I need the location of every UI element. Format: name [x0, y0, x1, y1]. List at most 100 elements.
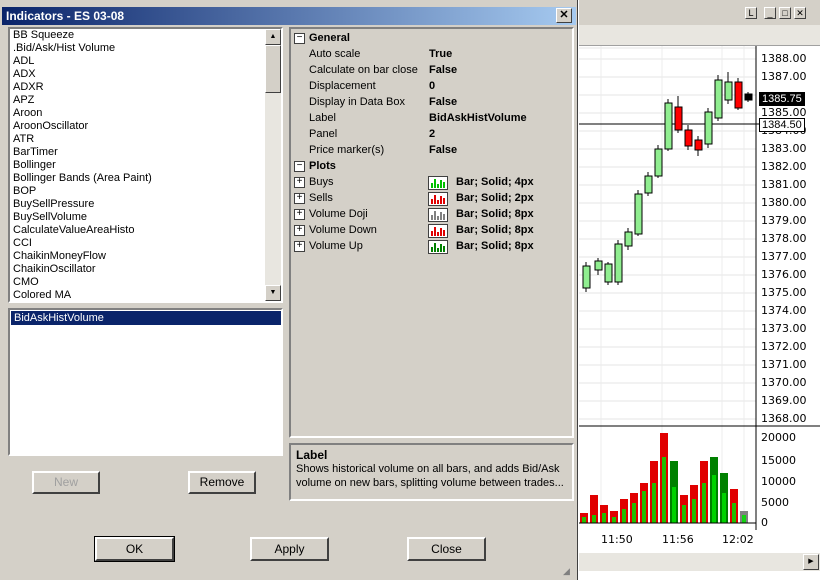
plot-value[interactable]: Bar; Solid; 2px [456, 190, 534, 206]
indicator-list-item[interactable]: Colored MA [10, 289, 281, 301]
property-row[interactable]: Price marker(s) False [291, 142, 571, 158]
close-icon[interactable]: ✕ [556, 8, 572, 23]
plot-row[interactable]: + Sells Bar; Solid; 2px [291, 190, 571, 206]
scroll-right-icon[interactable]: ▶ [803, 554, 819, 570]
indicator-list-item[interactable]: ChaikinMoneyFlow [10, 250, 281, 263]
indicator-list-item[interactable]: BOP [10, 185, 281, 198]
property-row[interactable]: Panel 2 [291, 126, 571, 142]
bar-plot-icon [428, 240, 448, 254]
indicator-list-item[interactable]: Aroon [10, 107, 281, 120]
property-value[interactable]: 0 [429, 78, 435, 94]
candle-body [714, 79, 723, 119]
property-row[interactable]: Displacement 0 [291, 78, 571, 94]
indicator-list-item[interactable]: CMO [10, 276, 281, 289]
indicator-list-scrollbar[interactable]: ▲ ▼ [265, 29, 281, 301]
property-value[interactable]: True [429, 46, 452, 62]
price-axis-label: 1376.00 [761, 268, 807, 281]
price-axis-label: 1371.00 [761, 358, 807, 371]
time-label: 11:56 [662, 533, 694, 546]
bar-plot-icon [428, 192, 448, 206]
volume-axis-label: 15000 [761, 454, 796, 467]
buy-volume-bar [582, 517, 586, 523]
volume-axis-label: 20000 [761, 431, 796, 444]
plot-row[interactable]: + Volume Down Bar; Solid; 8px [291, 222, 571, 238]
indicator-list-item[interactable]: ChaikinOscillator [10, 263, 281, 276]
category-label: General [309, 32, 350, 44]
indicator-list-item[interactable]: BuySellVolume [10, 211, 281, 224]
plot-row[interactable]: + Volume Up Bar; Solid; 8px [291, 238, 571, 254]
expand-icon[interactable]: + [294, 225, 305, 236]
expand-icon[interactable]: + [294, 177, 305, 188]
indicator-list-item[interactable]: ADL [10, 55, 281, 68]
expand-icon[interactable]: + [294, 193, 305, 204]
last-price-marker: 1385.75 [759, 92, 805, 106]
collapse-icon[interactable]: − [294, 33, 305, 44]
candle-body [604, 263, 613, 283]
property-row[interactable]: Calculate on bar close False [291, 62, 571, 78]
indicator-list-item[interactable]: .Bid/Ask/Hist Volume [10, 42, 281, 55]
indicator-list-item[interactable]: BarTimer [10, 146, 281, 159]
indicator-list-item[interactable]: Bollinger [10, 159, 281, 172]
property-value[interactable]: False [429, 62, 457, 78]
indicator-list-item[interactable]: ADXR [10, 81, 281, 94]
property-grid[interactable]: − General Auto scale True Calculate on bar c… [289, 27, 574, 438]
indicator-list-item[interactable]: BB Squeeze [10, 29, 281, 42]
scroll-up-icon[interactable]: ▲ [265, 29, 281, 45]
candle-body [684, 129, 693, 147]
resize-grip-icon[interactable]: ◢ [563, 566, 573, 576]
volume-axis-label: 5000 [761, 496, 789, 509]
indicator-list-item[interactable]: CCI [10, 237, 281, 250]
price-axis-label: 1374.00 [761, 304, 807, 317]
indicator-list-item[interactable]: APZ [10, 94, 281, 107]
selected-indicators-list[interactable]: BidAskHistVolume [8, 308, 283, 456]
property-row[interactable]: Auto scale True [291, 46, 571, 62]
category-plots[interactable]: − Plots [291, 158, 571, 174]
property-row[interactable]: Display in Data Box False [291, 94, 571, 110]
property-row[interactable]: Label BidAskHistVolume [291, 110, 571, 126]
candle-body [614, 243, 623, 283]
remove-button[interactable]: Remove [188, 471, 256, 494]
indicator-list-item[interactable]: Bollinger Bands (Area Paint) [10, 172, 281, 185]
apply-button[interactable]: Apply [250, 537, 329, 561]
buy-volume-bar [712, 475, 716, 523]
expand-icon[interactable]: + [294, 241, 305, 252]
dialog-title: Indicators - ES 03-08 [6, 9, 125, 23]
buy-volume-bar [672, 487, 676, 523]
property-value[interactable]: False [429, 94, 457, 110]
plot-value[interactable]: Bar; Solid; 8px [456, 238, 534, 254]
category-general[interactable]: − General [291, 30, 571, 46]
selected-indicator-item[interactable]: BidAskHistVolume [11, 311, 281, 325]
plot-row[interactable]: + Volume Doji Bar; Solid; 8px [291, 206, 571, 222]
indicator-list-item[interactable]: AroonOscillator [10, 120, 281, 133]
candle-body [694, 139, 703, 151]
indicator-list[interactable]: BB Squeeze .Bid/Ask/Hist Volume ADL ADX ADXR… [8, 27, 283, 303]
property-name: Label [309, 112, 336, 124]
indicator-list-item[interactable]: ATR [10, 133, 281, 146]
plot-value[interactable]: Bar; Solid; 8px [456, 206, 534, 222]
indicator-list-item[interactable]: ADX [10, 68, 281, 81]
buy-volume-bar [642, 491, 646, 523]
candle-body [704, 111, 713, 145]
scroll-down-icon[interactable]: ▼ [265, 285, 281, 301]
new-button[interactable]: New [32, 471, 100, 494]
close-button[interactable]: Close [407, 537, 486, 561]
category-label: Plots [309, 160, 336, 172]
expand-icon[interactable]: + [294, 209, 305, 220]
plot-name: Volume Up [309, 240, 363, 252]
plot-value[interactable]: Bar; Solid; 8px [456, 222, 534, 238]
property-value[interactable]: 2 [429, 126, 435, 142]
plot-value[interactable]: Bar; Solid; 4px [456, 174, 534, 190]
indicator-list-item[interactable]: BuySellPressure [10, 198, 281, 211]
collapse-icon[interactable]: − [294, 161, 305, 172]
ok-button[interactable]: OK [94, 536, 175, 562]
scroll-thumb[interactable] [265, 45, 281, 93]
property-value[interactable]: False [429, 142, 457, 158]
indicator-list-item[interactable]: CalculateValueAreaHisto [10, 224, 281, 237]
time-label: 11:50 [601, 533, 633, 546]
candle-body [582, 265, 591, 289]
buy-volume-bar [702, 483, 706, 523]
chart-hscroll[interactable]: ▶ [579, 553, 820, 571]
property-value[interactable]: BidAskHistVolume [429, 110, 527, 126]
plot-row[interactable]: + Buys Bar; Solid; 4px [291, 174, 571, 190]
candle-body [624, 231, 633, 247]
